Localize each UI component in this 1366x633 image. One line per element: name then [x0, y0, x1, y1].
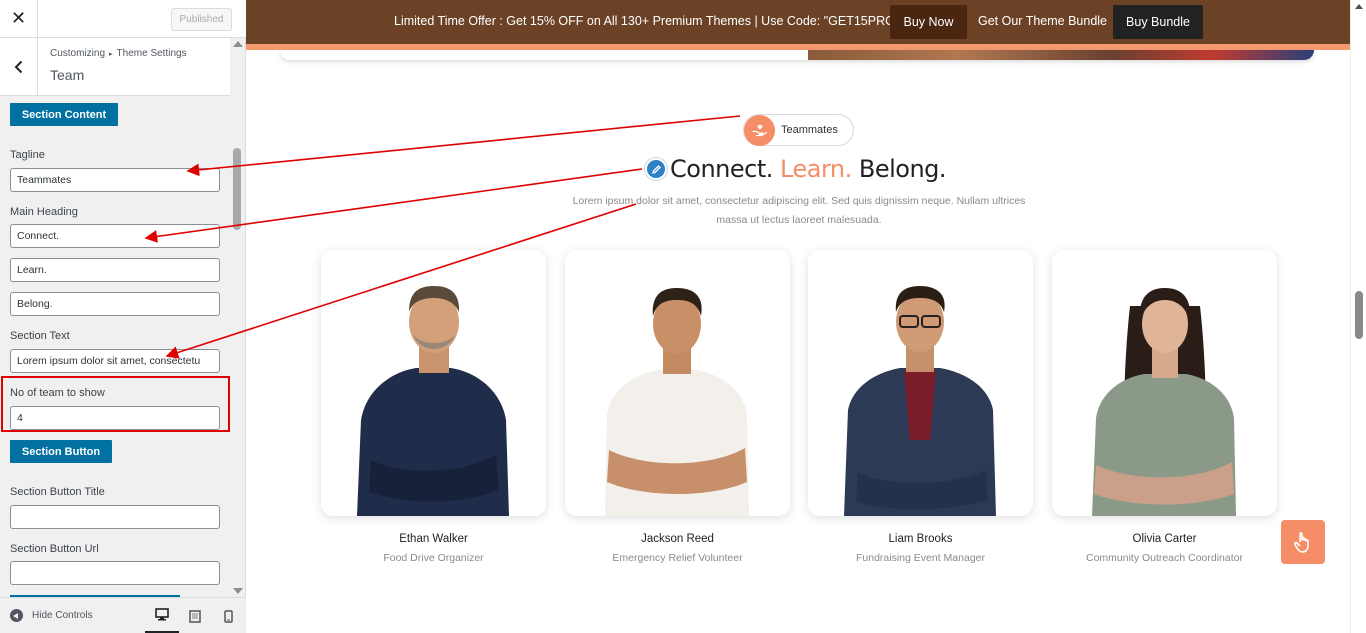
tablet-icon: [189, 609, 201, 623]
desktop-preview-button[interactable]: [145, 598, 179, 633]
main-heading-label: Main Heading: [10, 206, 78, 218]
controls-panel: Section Content Tagline Teammates Main H…: [0, 97, 230, 597]
heading-part2: Learn.: [780, 155, 852, 183]
previous-section-image: [808, 50, 1314, 60]
team-heading: Connect. Learn. Belong.: [670, 155, 947, 183]
floating-action-button[interactable]: [1281, 520, 1325, 564]
member-role: Food Drive Organizer: [383, 552, 484, 564]
scroll-thumb[interactable]: [233, 148, 241, 230]
back-button[interactable]: [0, 38, 38, 95]
tagline-input[interactable]: Teammates: [10, 168, 220, 192]
member-photo: [605, 288, 749, 516]
tagline-label: Tagline: [10, 149, 45, 161]
breadcrumb-root: Customizing: [50, 48, 106, 59]
breadcrumb: Customizing ▸ Theme Settings: [50, 48, 187, 59]
section-content-button[interactable]: Section Content: [10, 103, 118, 126]
button-title-input[interactable]: [10, 505, 220, 529]
chevron-left-icon: [14, 60, 22, 73]
section-button-button[interactable]: Section Button: [10, 440, 112, 463]
desktop-icon: [155, 608, 169, 621]
mobile-icon: [223, 609, 233, 623]
hide-controls-label: Hide Controls: [32, 610, 93, 621]
customizer-sidebar: ✕ Published Customizing ▸ Theme Settings T…: [0, 0, 246, 633]
heading-part3-input[interactable]: Belong.: [10, 292, 220, 316]
member-photo: [1092, 288, 1236, 516]
member-name: Ethan Walker: [399, 533, 468, 545]
member-photo: [844, 286, 996, 516]
breadcrumb-current: Theme Settings: [116, 48, 187, 59]
site-preview: Limited Time Offer : Get 15% OFF on All …: [246, 0, 1366, 633]
customizer-footer: Hide Controls: [0, 597, 246, 633]
close-customizer-button[interactable]: ✕: [0, 0, 38, 37]
heart-hand-icon: [744, 114, 775, 146]
team-count-input[interactable]: 4: [10, 406, 220, 430]
collapse-icon: [10, 609, 23, 622]
buy-bundle-button[interactable]: Buy Bundle: [1113, 5, 1203, 39]
member-photo-frame: [1052, 250, 1277, 516]
panel-title: Team: [50, 67, 85, 83]
published-button[interactable]: Published: [171, 8, 232, 31]
theme-bundle-link[interactable]: Get Our Theme Bundle: [978, 14, 1107, 28]
previous-section-card: [280, 50, 1314, 60]
member-role: Fundraising Event Manager: [856, 552, 985, 564]
button-url-input[interactable]: [10, 561, 220, 585]
hand-pointer-icon: [1294, 532, 1309, 553]
tablet-preview-button[interactable]: [178, 598, 212, 633]
member-role: Emergency Relief Volunteer: [612, 552, 743, 564]
member-photo-frame: [565, 250, 790, 516]
member-photo-frame: [321, 250, 546, 516]
team-member-card: Olivia Carter Community Outreach Coordin…: [1052, 250, 1277, 564]
team-member-card: Liam Brooks Fundraising Event Manager: [808, 250, 1033, 564]
heading-part3: Belong.: [858, 155, 947, 183]
team-section-text: Lorem ipsum dolor sit amet, consectetur …: [572, 195, 1026, 226]
customizer-header: ✕ Published: [0, 0, 246, 38]
team-member-card: Jackson Reed Emergency Relief Volunteer: [565, 250, 790, 564]
team-count-label: No of team to show: [10, 387, 105, 399]
button-url-label: Section Button Url: [10, 543, 99, 555]
member-name: Liam Brooks: [888, 533, 953, 545]
edit-pencil-icon[interactable]: [645, 158, 667, 180]
promo-bar: Limited Time Offer : Get 15% OFF on All …: [246, 0, 1350, 44]
member-role: Community Outreach Coordinator: [1086, 552, 1243, 564]
team-tagline: Teammates: [781, 124, 838, 136]
panel-titlebar: Customizing ▸ Theme Settings Team: [0, 38, 230, 96]
heading-part2-input[interactable]: Learn.: [10, 258, 220, 282]
scroll-up-icon[interactable]: [233, 41, 243, 47]
section-text-label: Section Text: [10, 330, 70, 342]
section-text-input[interactable]: Lorem ipsum dolor sit amet, consectetu: [10, 349, 220, 373]
member-name: Olivia Carter: [1132, 533, 1197, 545]
heading-part1-input[interactable]: Connect.: [10, 224, 220, 248]
hide-controls-button[interactable]: Hide Controls: [10, 609, 93, 622]
buy-now-button[interactable]: Buy Now: [890, 5, 967, 39]
team-tagline-pill: Teammates: [743, 114, 854, 146]
promo-text: Limited Time Offer : Get 15% OFF on All …: [394, 14, 900, 28]
heading-part1: Connect.: [670, 155, 773, 183]
close-icon: ✕: [10, 8, 27, 29]
member-photo: [357, 286, 509, 516]
scroll-thumb[interactable]: [1355, 291, 1363, 339]
mobile-preview-button[interactable]: [211, 598, 245, 633]
preview-scrollbar[interactable]: [1350, 0, 1366, 633]
member-name: Jackson Reed: [641, 533, 714, 545]
button-title-label: Section Button Title: [10, 486, 105, 498]
scroll-down-icon[interactable]: [233, 588, 243, 594]
member-photo-frame: [808, 250, 1033, 516]
breadcrumb-separator: ▸: [109, 51, 113, 58]
team-member-card: Ethan Walker Food Drive Organizer: [321, 250, 546, 564]
sidebar-scrollbar[interactable]: [230, 38, 245, 597]
scroll-up-icon[interactable]: [1355, 4, 1363, 9]
